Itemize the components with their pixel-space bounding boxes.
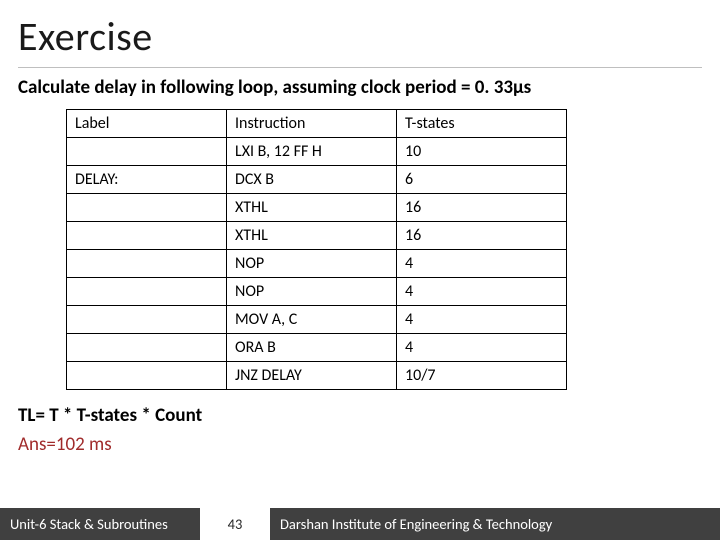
cell-ts: 6 xyxy=(397,166,567,194)
footer-unit: Unit-6 Stack & Subroutines xyxy=(0,508,200,540)
cell-label xyxy=(67,194,227,222)
col-label: Label xyxy=(67,110,227,138)
cell-label xyxy=(67,306,227,334)
cell-ts: 4 xyxy=(397,250,567,278)
table-row: XTHL 16 xyxy=(67,222,567,250)
cell-label xyxy=(67,222,227,250)
cell-instr: NOP xyxy=(227,278,397,306)
table-row: JNZ DELAY 10/7 xyxy=(67,362,567,390)
cell-ts: 16 xyxy=(397,222,567,250)
cell-instr: DCX B xyxy=(227,166,397,194)
table-row: NOP 4 xyxy=(67,250,567,278)
slide: Exercise Calculate delay in following lo… xyxy=(0,0,720,540)
title-divider xyxy=(18,67,702,68)
table-container: Label Instruction T-states LXI B, 12 FF … xyxy=(18,109,702,390)
table-row: XTHL 16 xyxy=(67,194,567,222)
formula-text: TL= T * T-states * Count xyxy=(18,404,702,427)
col-instruction: Instruction xyxy=(227,110,397,138)
cell-instr: XTHL xyxy=(227,194,397,222)
cell-label xyxy=(67,362,227,390)
footer-page: 43 xyxy=(200,508,270,540)
footer-school: Darshan Institute of Engineering & Techn… xyxy=(270,508,720,540)
cell-instr: JNZ DELAY xyxy=(227,362,397,390)
cell-instr: ORA B xyxy=(227,334,397,362)
tstate-table: Label Instruction T-states LXI B, 12 FF … xyxy=(66,109,567,390)
table-row: ORA B 4 xyxy=(67,334,567,362)
cell-label xyxy=(67,278,227,306)
table-row: MOV A, C 4 xyxy=(67,306,567,334)
cell-instr: NOP xyxy=(227,250,397,278)
table-row: LXI B, 12 FF H 10 xyxy=(67,138,567,166)
table-row: DELAY: DCX B 6 xyxy=(67,166,567,194)
cell-ts: 10 xyxy=(397,138,567,166)
cell-label xyxy=(67,138,227,166)
footer: Unit-6 Stack & Subroutines 43 Darshan In… xyxy=(0,508,720,540)
table-header-row: Label Instruction T-states xyxy=(67,110,567,138)
cell-label xyxy=(67,250,227,278)
answer-text: Ans=102 ms xyxy=(18,433,702,456)
cell-ts: 16 xyxy=(397,194,567,222)
cell-ts: 4 xyxy=(397,334,567,362)
cell-ts: 4 xyxy=(397,278,567,306)
cell-label: DELAY: xyxy=(67,166,227,194)
cell-ts: 4 xyxy=(397,306,567,334)
table-row: NOP 4 xyxy=(67,278,567,306)
subtitle: Calculate delay in following loop, assum… xyxy=(18,76,702,99)
cell-label xyxy=(67,334,227,362)
page-title: Exercise xyxy=(18,12,702,61)
cell-instr: LXI B, 12 FF H xyxy=(227,138,397,166)
col-tstates: T-states xyxy=(397,110,567,138)
cell-ts: 10/7 xyxy=(397,362,567,390)
cell-instr: XTHL xyxy=(227,222,397,250)
cell-instr: MOV A, C xyxy=(227,306,397,334)
